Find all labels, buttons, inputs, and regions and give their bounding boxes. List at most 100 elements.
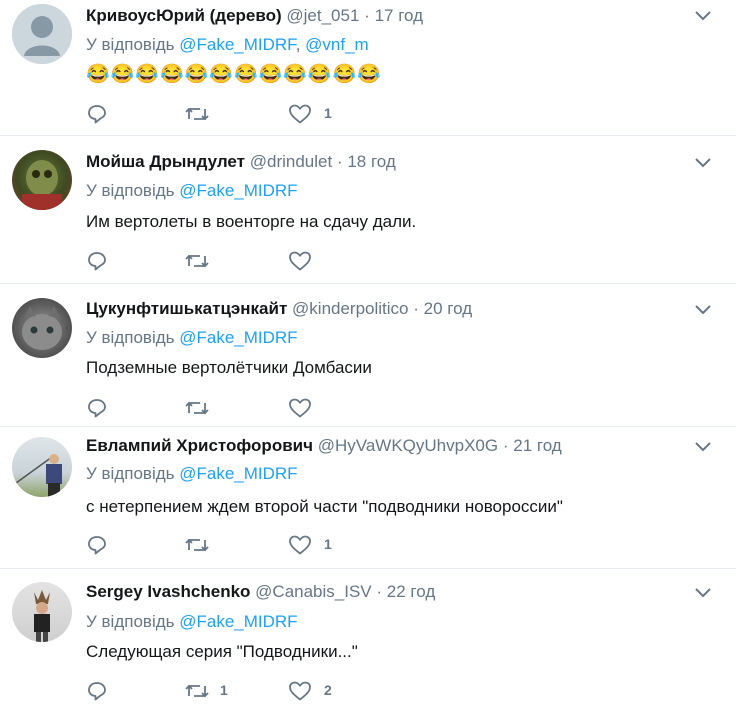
- mention-link[interactable]: @Fake_MIDRF: [179, 612, 297, 631]
- tweet-text: с нетерпением ждем второй части "подводн…: [86, 497, 563, 516]
- username[interactable]: @HyVaWKQyUhvpX0G: [318, 436, 498, 455]
- heart-icon: [289, 251, 311, 271]
- heart-icon: [289, 681, 311, 701]
- reply-context: У відповідь @Fake_MIDRF: [86, 464, 298, 484]
- reply-context: У відповідь @Fake_MIDRF: [86, 612, 298, 632]
- reply-prefix: У відповідь: [86, 181, 175, 200]
- timestamp[interactable]: 18 год: [347, 152, 395, 171]
- reply-context: У відповідь @Fake_MIDRF: [86, 181, 298, 201]
- tweet-header: Евлампий Христофорович @HyVaWKQyUhvpX0G …: [86, 435, 562, 457]
- like-button[interactable]: 1: [288, 534, 348, 556]
- retweet-button[interactable]: [184, 250, 244, 272]
- retweet-count: 1: [220, 682, 228, 698]
- avatar[interactable]: [12, 437, 72, 497]
- timestamp[interactable]: 21 год: [513, 436, 561, 455]
- reply-icon: [88, 399, 106, 418]
- reply-button[interactable]: [86, 680, 116, 702]
- default-avatar-icon: [12, 4, 72, 64]
- like-count: 1: [324, 105, 332, 121]
- mention-separator: ,: [295, 35, 301, 54]
- tweet-header: Мойша Дрындулет @drindulet · 18 год: [86, 151, 396, 173]
- reply-button[interactable]: [86, 534, 116, 556]
- separator-dot: ·: [364, 6, 370, 25]
- reply-icon: [88, 682, 106, 701]
- display-name[interactable]: КривоусЮрий (дерево): [86, 6, 282, 25]
- reply-context: У відповідь @Fake_MIDRF: [86, 328, 298, 348]
- retweet-icon: [185, 254, 209, 268]
- avatar[interactable]: [12, 4, 72, 64]
- action-bar: 1: [86, 103, 386, 125]
- like-button[interactable]: [288, 397, 348, 419]
- username[interactable]: @drindulet: [250, 152, 332, 171]
- mention-link[interactable]: @vnf_m: [305, 35, 369, 54]
- separator-dot: ·: [502, 436, 509, 455]
- timestamp[interactable]: 17 год: [375, 6, 423, 25]
- retweet-icon: [185, 401, 209, 415]
- separator-dot: ·: [413, 299, 419, 318]
- reply-icon: [88, 252, 106, 271]
- action-bar: [86, 250, 386, 272]
- reply-prefix: У відповідь: [86, 612, 175, 631]
- chevron-down-icon[interactable]: [694, 441, 712, 453]
- chevron-down-icon[interactable]: [694, 157, 712, 169]
- tweet-text: Подземные вертолётчики Домбасии: [86, 358, 372, 377]
- display-name[interactable]: Евлампий Христофорович: [86, 436, 313, 455]
- user-photo-icon: [34, 590, 50, 642]
- display-name[interactable]: Цукунфтишькатцэнкайт: [86, 299, 287, 318]
- action-bar: [86, 397, 386, 419]
- retweet-button[interactable]: 1: [184, 680, 244, 702]
- reply-button[interactable]: [86, 397, 116, 419]
- username[interactable]: @kinderpolitico: [292, 299, 408, 318]
- reply-button[interactable]: [86, 103, 116, 125]
- display-name[interactable]: Мойша Дрындулет: [86, 152, 245, 171]
- tweet-header: Цукунфтишькатцэнкайт @kinderpolitico · 2…: [86, 298, 472, 320]
- avatar[interactable]: [12, 582, 72, 642]
- emoji-tears-of-joy: 😂😂😂😂😂😂😂😂😂😂😂😂: [86, 64, 382, 85]
- reply-icon: [88, 536, 106, 555]
- reply-prefix: У відповідь: [86, 328, 175, 347]
- chevron-down-icon[interactable]: [694, 10, 712, 22]
- avatar[interactable]: [12, 298, 72, 358]
- retweet-icon: [185, 538, 209, 552]
- heart-icon: [289, 104, 311, 124]
- tweet[interactable]: Sergey Ivashchenko @Canabis_ISV · 22 год…: [0, 569, 736, 706]
- tweet-replies-feed: КривоусЮрий (дерево) @jet_051 · 17 год У…: [0, 0, 736, 706]
- like-count: 2: [324, 682, 332, 698]
- display-name[interactable]: Sergey Ivashchenko: [86, 582, 250, 601]
- chevron-down-icon[interactable]: [694, 587, 712, 599]
- reply-prefix: У відповідь: [86, 35, 175, 54]
- separator-dot: ·: [376, 582, 383, 601]
- tweet-header: КривоусЮрий (дерево) @jet_051 · 17 год: [86, 5, 423, 27]
- timestamp[interactable]: 20 год: [424, 299, 472, 318]
- reply-context: У відповідь @Fake_MIDRF, @vnf_m: [86, 35, 369, 55]
- chevron-down-icon[interactable]: [694, 304, 712, 316]
- like-button[interactable]: [288, 250, 348, 272]
- tweet[interactable]: Мойша Дрындулет @drindulet · 18 год У ві…: [0, 136, 736, 284]
- reply-icon: [88, 105, 106, 124]
- tweet-text: Им вертолеты в военторге на сдачу дали.: [86, 212, 417, 231]
- timestamp[interactable]: 22 год: [387, 582, 435, 601]
- retweet-button[interactable]: [184, 534, 244, 556]
- tweet-text: 😂😂😂😂😂😂😂😂😂😂😂😂: [86, 62, 382, 86]
- reply-button[interactable]: [86, 250, 116, 272]
- mention-link[interactable]: @Fake_MIDRF: [179, 328, 297, 347]
- like-count: 1: [324, 536, 332, 552]
- username[interactable]: @jet_051: [286, 6, 359, 25]
- retweet-button[interactable]: [184, 103, 244, 125]
- like-button[interactable]: 2: [288, 680, 348, 702]
- like-button[interactable]: 1: [288, 103, 348, 125]
- tweet[interactable]: КривоусЮрий (дерево) @jet_051 · 17 год У…: [0, 0, 736, 136]
- avatar[interactable]: [12, 150, 72, 210]
- retweet-button[interactable]: [184, 397, 244, 419]
- heart-icon: [289, 535, 311, 555]
- action-bar: 1: [86, 534, 386, 556]
- user-photo-icon: [15, 454, 62, 497]
- user-photo-icon: [22, 160, 62, 210]
- tweet[interactable]: Евлампий Христофорович @HyVaWKQyUhvpX0G …: [0, 427, 736, 569]
- mention-link[interactable]: @Fake_MIDRF: [179, 181, 297, 200]
- mention-link[interactable]: @Fake_MIDRF: [179, 35, 295, 54]
- username[interactable]: @Canabis_ISV: [255, 582, 372, 601]
- separator-dot: ·: [336, 152, 343, 171]
- tweet[interactable]: Цукунфтишькатцэнкайт @kinderpolitico · 2…: [0, 284, 736, 427]
- mention-link[interactable]: @Fake_MIDRF: [179, 464, 297, 483]
